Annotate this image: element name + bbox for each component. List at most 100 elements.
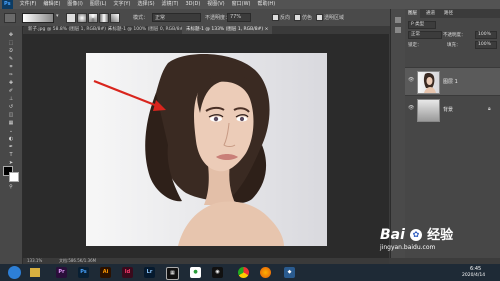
watermark-brand2: 经验 [427,228,454,243]
layers-panel: 图层 通道 路径 P 类型 正常 不透明度： 100% 锁定： 填充： 100%… [405,9,500,258]
ps-icon[interactable]: Ps [78,267,89,278]
folder-icon[interactable] [30,268,40,277]
ai-icon[interactable]: Ai [100,267,111,278]
tab-layers[interactable]: 图层 [405,9,420,18]
tools-panel: ✥ ⬚ ᘐ ✎ ⌗ ✑ ✚ ✐ ⊥ ↺ ◫ ▦ 💧︎ ◐ ✒ T ➤ ▭ ✋︎ … [0,26,23,264]
menu-edit[interactable]: 编辑(E) [43,0,60,9]
watermark-brand: Bai [380,227,405,243]
menu-3d[interactable]: 3D(D) [186,0,201,9]
fill-label: 填充： [447,43,461,48]
eye-icon[interactable]: 👁︎ [408,106,414,111]
diamond-gradient-icon[interactable] [110,13,120,23]
clock-time[interactable]: 6:45 [470,266,481,272]
clock-date[interactable]: 2020/4/14 [462,273,485,278]
layer-row-1[interactable]: 👁︎ 图层 1 [405,67,500,95]
layer-thumbnail [417,99,440,122]
misc-icon[interactable]: ◆ [284,267,295,278]
blend-mode-select[interactable]: 正常 [408,31,442,39]
chrome-icon[interactable] [238,267,249,278]
clone-stamp-tool-icon[interactable]: ⊥ [4,96,18,102]
eyedropper-tool-icon[interactable]: ✑ [4,72,18,78]
pen-tool-icon[interactable]: ✒ [4,144,18,150]
watermark: Bai ✿ 经验 jingyan.baidu.com [380,224,453,251]
zoom-tool-icon[interactable]: ⚲ [4,184,18,190]
lr-icon[interactable]: Lr [144,267,155,278]
radial-gradient-icon[interactable] [77,13,87,23]
chevron-down-icon[interactable]: ▾ [56,13,60,21]
dodge-tool-icon[interactable]: ◐ [4,136,18,142]
opacity-input[interactable]: 77% [227,13,251,22]
linear-gradient-icon[interactable] [66,13,76,23]
paw-icon: ✿ [410,228,423,241]
tab-document-1[interactable]: 新子.jpg @ 58.8% (图层 1, RGB/8#) × [24,26,115,34]
quick-select-tool-icon[interactable]: ✎ [4,56,18,62]
menu-file[interactable]: 文件(F) [20,0,37,9]
menu-image[interactable]: 图像(I) [67,0,82,9]
media-icon[interactable]: ▦ [166,267,179,280]
tab-channels[interactable]: 通道 [423,9,438,18]
angle-gradient-icon[interactable] [88,13,98,23]
taskbar: Pr Ps Ai Id Lr ▦ ● ◉ ◆ 6:45 2020/4/14 [0,264,500,281]
pr-icon[interactable]: Pr [56,267,67,278]
move-tool-icon[interactable]: ✥ [4,32,18,38]
menu-layer[interactable]: 图层(L) [90,0,107,9]
crop-tool-icon[interactable]: ⌗ [4,64,18,70]
menu-view[interactable]: 视图(V) [207,0,224,9]
menu-bar: Ps 文件(F) 编辑(E) 图像(I) 图层(L) 文字(Y) 选择(S) 滤… [0,0,500,9]
fill-input[interactable]: 100% [475,41,497,49]
menu-window[interactable]: 窗口(W) [232,0,251,9]
gradient-preview[interactable] [22,13,54,23]
blur-tool-icon[interactable]: 💧︎ [4,128,18,134]
document-canvas[interactable] [86,53,327,246]
tab-paths[interactable]: 路径 [441,9,456,18]
gradient-tool-icon-left[interactable]: ▦ [4,120,18,126]
marquee-tool-icon[interactable]: ⬚ [4,40,18,46]
healing-brush-tool-icon[interactable]: ✚ [4,80,18,86]
layer-filter-select[interactable]: P 类型 [408,21,436,29]
transparency-checkbox[interactable] [316,14,323,21]
menu-help[interactable]: 帮助(H) [257,0,275,9]
gradient-tool-icon[interactable] [4,13,16,23]
reverse-label: 反向 [280,15,291,21]
id-icon[interactable]: Id [122,267,133,278]
menu-filter[interactable]: 滤镜(T) [162,0,179,9]
layer-row-2[interactable]: 👁︎ 背景 🔒︎ [405,95,500,123]
document-tabs: 新子.jpg @ 58.8% (图层 1, RGB/8#) × 未标题-1 @ … [24,26,394,34]
lasso-tool-icon[interactable]: ᘐ [4,48,18,54]
red-arrow-annotation [93,79,166,111]
tab-document-2[interactable]: 未标题-1 @ 100% (图层 0, RGB/8#) × [104,26,194,34]
photoshop-logo: Ps [2,0,13,9]
history-panel-icon[interactable] [395,17,401,23]
transparency-label: 透明区域 [324,15,345,21]
start-button[interactable] [8,266,21,279]
mode-select[interactable]: 正常 [152,13,201,22]
dither-checkbox[interactable] [294,14,301,21]
reflected-gradient-icon[interactable] [99,13,109,23]
layer-name[interactable]: 图层 1 [443,78,458,85]
brush-tool-icon[interactable]: ✐ [4,88,18,94]
reverse-checkbox[interactable] [272,14,279,21]
dither-label: 仿色 [302,15,313,21]
type-tool-icon[interactable]: T [4,152,18,158]
tab-document-3[interactable]: 未标题-1 @ 133% (图层 1, RGB/8#) × [182,26,273,34]
layer-opacity-label: 不透明度： [443,33,466,38]
lock-label: 锁定： [408,43,422,48]
properties-panel-icon[interactable] [395,27,401,33]
history-brush-tool-icon[interactable]: ↺ [4,104,18,110]
lock-icon: 🔒︎ [488,106,491,112]
menu-select[interactable]: 选择(S) [137,0,154,9]
layers-panel-tabs: 图层 通道 路径 [405,9,500,18]
background-color-swatch[interactable] [9,172,19,182]
panel-dock [390,9,405,258]
firefox-icon[interactable] [260,267,271,278]
layer-thumbnail [417,71,440,94]
mode-label: 模式： [133,15,149,21]
watermark-url: jingyan.baidu.com [380,244,436,251]
games-icon[interactable]: ● [190,267,201,278]
eraser-tool-icon[interactable]: ◫ [4,112,18,118]
eye-icon[interactable]: 👁︎ [408,78,414,83]
layer-opacity-input[interactable]: 100% [475,31,497,39]
qq-icon[interactable]: ◉ [212,267,223,278]
layer-name[interactable]: 背景 [443,106,453,113]
menu-type[interactable]: 文字(Y) [113,0,130,9]
